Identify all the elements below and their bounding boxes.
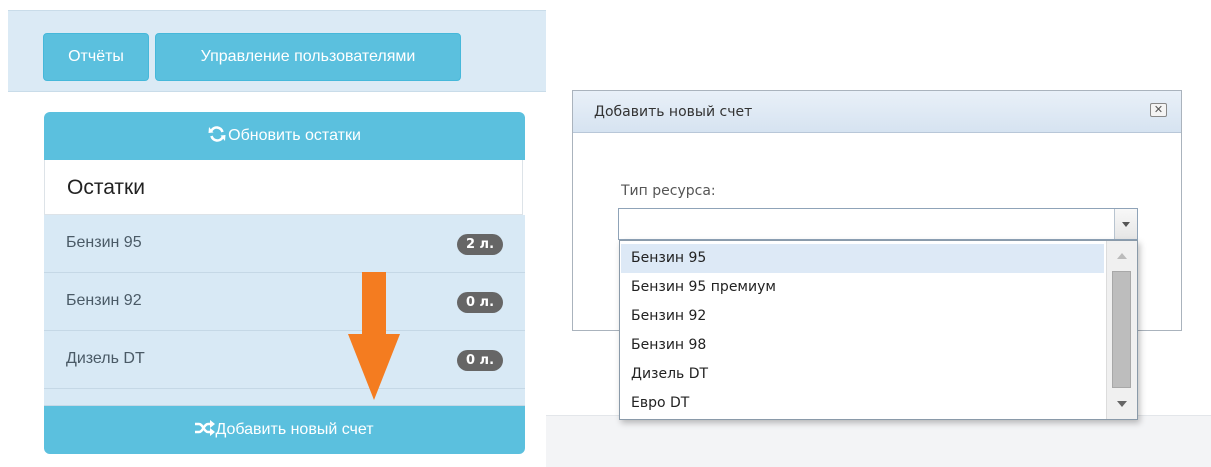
- scroll-up-icon[interactable]: [1107, 247, 1137, 267]
- chevron-down-icon[interactable]: [1114, 209, 1137, 239]
- balance-item-diesel-dt[interactable]: Дизель DT 0 л.: [44, 331, 525, 389]
- resource-type-dropdown: Бензин 95 Бензин 95 премиум Бензин 92 Бе…: [619, 240, 1138, 420]
- dropdown-option[interactable]: Бензин 92: [621, 302, 1104, 331]
- balances-title: Остатки: [44, 160, 523, 215]
- dropdown-scrollbar[interactable]: [1106, 241, 1137, 419]
- dropdown-option[interactable]: Дизель DT: [621, 360, 1104, 389]
- close-icon[interactable]: ✕: [1150, 103, 1167, 117]
- balance-item-label: Дизель DT: [66, 350, 145, 367]
- add-account-label: Добавить новый счет: [215, 421, 374, 438]
- resource-type-label: Тип ресурса:: [621, 183, 716, 199]
- balance-item-label: Бензин 95: [66, 234, 142, 251]
- scroll-thumb[interactable]: [1112, 271, 1131, 388]
- dialog-title: Добавить новый счет: [594, 104, 753, 120]
- dropdown-option[interactable]: Бензин 95: [621, 244, 1104, 273]
- balance-item-gasoline-95[interactable]: Бензин 95 2 л.: [44, 215, 525, 273]
- scroll-down-icon[interactable]: [1107, 395, 1137, 415]
- balance-badge: 2 л.: [457, 234, 503, 255]
- refresh-balances-label: Обновить остатки: [228, 127, 361, 144]
- background-footer: [546, 415, 1211, 467]
- refresh-balances-button[interactable]: Обновить остатки: [44, 112, 525, 160]
- balance-item-label: Бензин 92: [66, 292, 142, 309]
- balance-badge: 0 л.: [457, 350, 503, 371]
- balance-item-gasoline-92[interactable]: Бензин 92 0 л.: [44, 273, 525, 331]
- dropdown-option[interactable]: Бензин 95 премиум: [621, 273, 1104, 302]
- add-account-button[interactable]: Добавить новый счет: [44, 406, 525, 454]
- dialog-header: Добавить новый счет ✕: [573, 91, 1181, 133]
- user-management-button[interactable]: Управление пользователями: [155, 33, 461, 81]
- list-spacer: [44, 389, 525, 406]
- resource-type-select[interactable]: [618, 208, 1138, 240]
- balance-badge: 0 л.: [457, 292, 503, 313]
- refresh-icon: [208, 126, 226, 142]
- shuffle-icon: [195, 420, 216, 436]
- reports-button[interactable]: Отчёты: [43, 33, 149, 81]
- down-arrow-annotation: [348, 272, 400, 400]
- dropdown-option[interactable]: Евро DT: [621, 389, 1104, 418]
- dropdown-option[interactable]: Бензин 98: [621, 331, 1104, 360]
